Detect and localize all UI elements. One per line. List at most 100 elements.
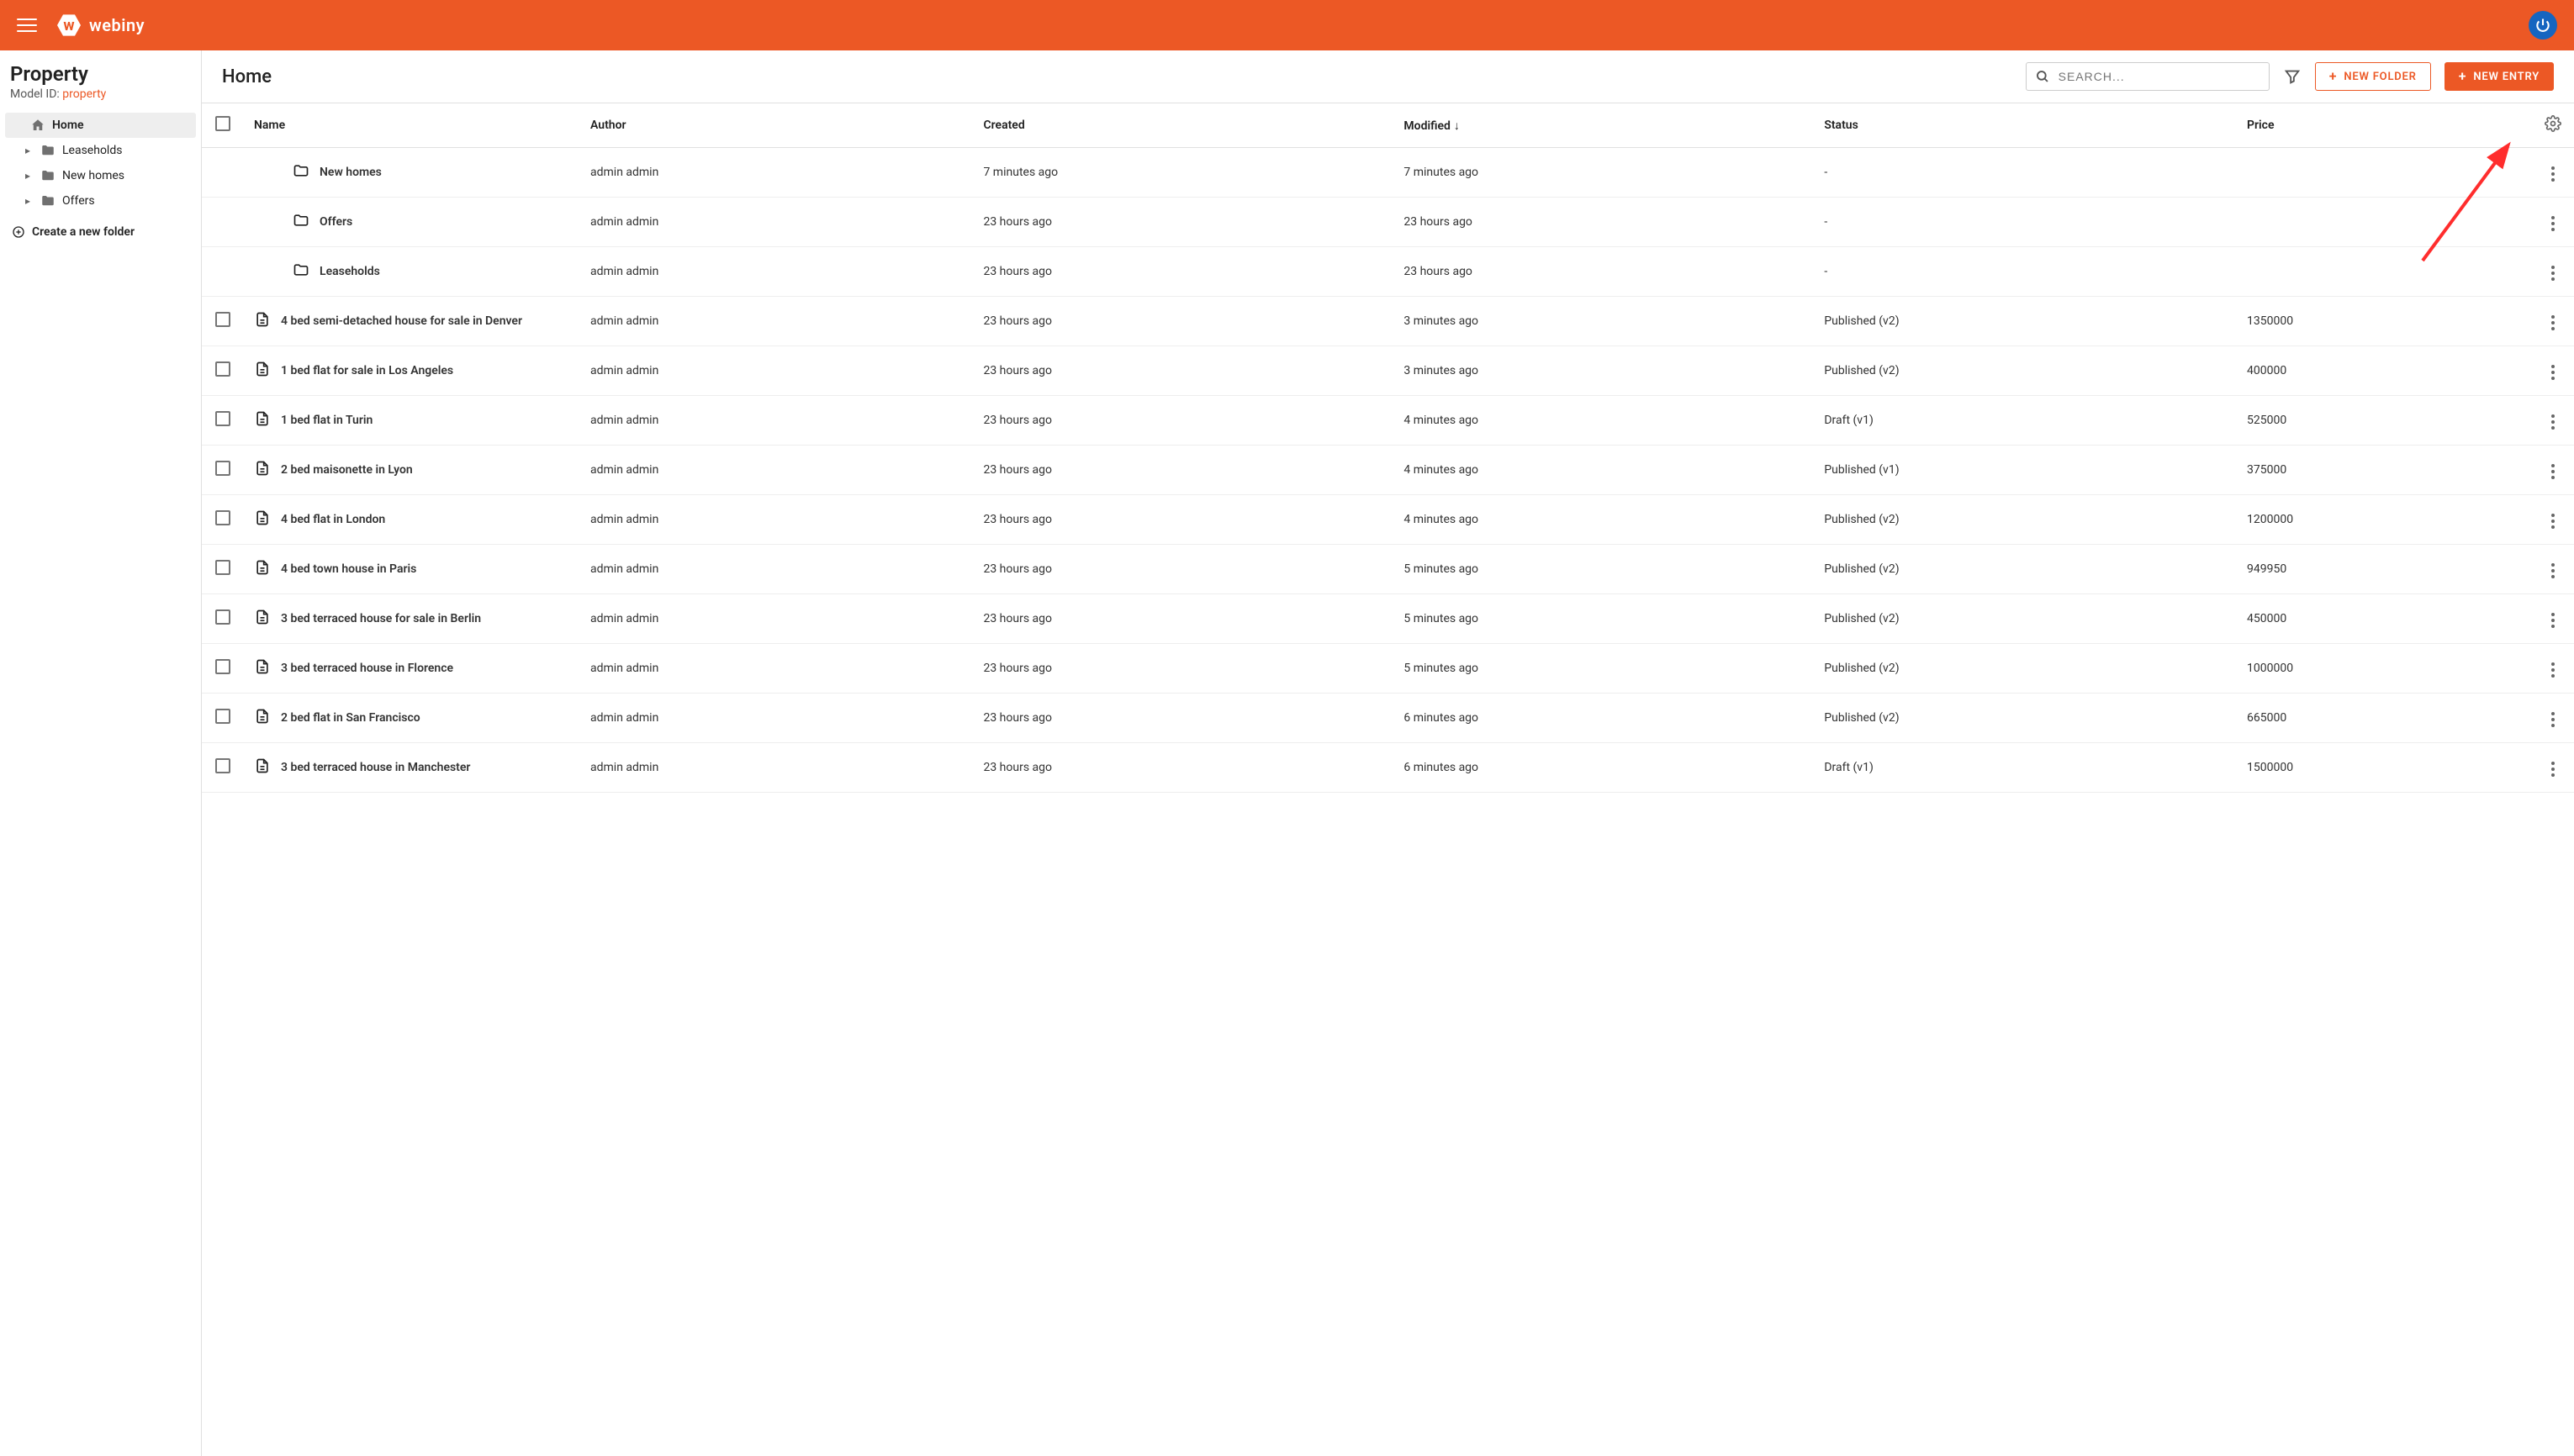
row-actions-button[interactable] [2548, 510, 2558, 532]
row-price: 949950 [2237, 545, 2532, 594]
create-folder-button[interactable]: Create a new folder [0, 217, 201, 247]
folder-icon [293, 261, 309, 282]
row-actions-button[interactable] [2548, 312, 2558, 334]
row-modified: 6 minutes ago [1393, 743, 1814, 793]
row-actions-button[interactable] [2548, 560, 2558, 582]
column-price[interactable]: Price [2237, 103, 2532, 148]
table-row[interactable]: 3 bed terraced house for sale in Berlina… [202, 594, 2574, 644]
row-price: 525000 [2237, 396, 2532, 446]
row-actions-button[interactable] [2548, 163, 2558, 185]
row-checkbox[interactable] [215, 461, 230, 476]
row-modified: 5 minutes ago [1393, 594, 1814, 644]
row-status: Published (v2) [1814, 694, 2237, 743]
row-created: 23 hours ago [973, 396, 1393, 446]
column-modified[interactable]: Modified↓ [1393, 103, 1814, 148]
row-actions-button[interactable] [2548, 411, 2558, 433]
row-actions-button[interactable] [2548, 709, 2558, 731]
sidebar-item-label: Home [52, 119, 84, 132]
table-row[interactable]: Leaseholdsadmin admin23 hours ago23 hour… [202, 247, 2574, 297]
table-row[interactable]: 3 bed terraced house in Manchesteradmin … [202, 743, 2574, 793]
filter-button[interactable] [2283, 67, 2302, 86]
row-name: 3 bed terraced house in Manchester [281, 761, 470, 774]
row-status: Draft (v1) [1814, 396, 2237, 446]
row-name: 1 bed flat for sale in Los Angeles [281, 364, 453, 377]
row-status: Published (v2) [1814, 644, 2237, 694]
search-box[interactable] [2026, 62, 2270, 91]
row-actions-button[interactable] [2548, 213, 2558, 235]
document-icon [254, 410, 271, 430]
row-actions-button[interactable] [2548, 461, 2558, 483]
row-author: admin admin [580, 644, 973, 694]
row-created: 23 hours ago [973, 346, 1393, 396]
menu-button[interactable] [17, 15, 37, 35]
column-created[interactable]: Created [973, 103, 1393, 148]
new-entry-label: NEW ENTRY [2473, 71, 2540, 83]
row-actions-button[interactable] [2548, 262, 2558, 284]
table-row[interactable]: 2 bed maisonette in Lyonadmin admin23 ho… [202, 446, 2574, 495]
table-row[interactable]: New homesadmin admin7 minutes ago7 minut… [202, 148, 2574, 198]
document-icon [254, 609, 271, 629]
brand[interactable]: w webiny [57, 13, 145, 37]
row-checkbox[interactable] [215, 361, 230, 377]
row-price: 450000 [2237, 594, 2532, 644]
row-checkbox[interactable] [215, 709, 230, 724]
row-actions-button[interactable] [2548, 659, 2558, 681]
new-folder-button[interactable]: + NEW FOLDER [2315, 62, 2431, 91]
sidebar-item-offers[interactable]: ▸Offers [5, 188, 196, 214]
table-row[interactable]: 3 bed terraced house in Florenceadmin ad… [202, 644, 2574, 694]
table-row[interactable]: 4 bed flat in Londonadmin admin23 hours … [202, 495, 2574, 545]
sidebar-item-label: New homes [62, 169, 124, 182]
row-name: 4 bed town house in Paris [281, 562, 416, 576]
row-actions-button[interactable] [2548, 758, 2558, 780]
sidebar-item-new-homes[interactable]: ▸New homes [5, 163, 196, 188]
folder-icon [293, 162, 309, 182]
row-actions-button[interactable] [2548, 361, 2558, 383]
table-row[interactable]: Offersadmin admin23 hours ago23 hours ag… [202, 198, 2574, 247]
row-name: 2 bed flat in San Francisco [281, 711, 420, 725]
create-folder-label: Create a new folder [32, 225, 135, 239]
gear-icon[interactable] [2545, 115, 2561, 132]
power-button[interactable] [2529, 11, 2557, 40]
sidebar-item-label: Offers [62, 194, 95, 208]
sidebar-subtitle: Model ID: property [10, 87, 191, 101]
new-entry-button[interactable]: + NEW ENTRY [2445, 62, 2554, 91]
row-author: admin admin [580, 495, 973, 545]
row-checkbox[interactable] [215, 609, 230, 625]
document-icon [254, 708, 271, 728]
row-checkbox[interactable] [215, 510, 230, 525]
row-checkbox[interactable] [215, 758, 230, 773]
row-status: - [1814, 247, 2237, 297]
row-author: admin admin [580, 545, 973, 594]
column-author[interactable]: Author [580, 103, 973, 148]
row-actions-button[interactable] [2548, 609, 2558, 631]
table-row[interactable]: 1 bed flat for sale in Los Angelesadmin … [202, 346, 2574, 396]
sidebar-item-leaseholds[interactable]: ▸Leaseholds [5, 138, 196, 163]
brand-name: webiny [89, 15, 145, 35]
column-status[interactable]: Status [1814, 103, 2237, 148]
row-author: admin admin [580, 247, 973, 297]
document-icon [254, 460, 271, 480]
row-price: 1500000 [2237, 743, 2532, 793]
new-folder-label: NEW FOLDER [2344, 71, 2416, 83]
entries-table: Name Author Created Modified↓ Status Pri… [202, 103, 2574, 793]
table-row[interactable]: 2 bed flat in San Franciscoadmin admin23… [202, 694, 2574, 743]
sort-desc-icon: ↓ [1454, 119, 1460, 133]
table-row[interactable]: 4 bed town house in Parisadmin admin23 h… [202, 545, 2574, 594]
table-row[interactable]: 1 bed flat in Turin admin admin23 hours a… [202, 396, 2574, 446]
table-container[interactable]: Name Author Created Modified↓ Status Pri… [202, 103, 2574, 1456]
row-name: 1 bed flat in Turin [281, 414, 373, 427]
row-checkbox[interactable] [215, 411, 230, 426]
row-name: Leaseholds [320, 265, 380, 278]
row-price: 400000 [2237, 346, 2532, 396]
row-price: 375000 [2237, 446, 2532, 495]
row-status: Published (v2) [1814, 545, 2237, 594]
select-all-checkbox[interactable] [215, 116, 230, 131]
sidebar-item-home[interactable]: Home [5, 113, 196, 138]
row-checkbox[interactable] [215, 312, 230, 327]
row-author: admin admin [580, 396, 973, 446]
row-checkbox[interactable] [215, 560, 230, 575]
table-row[interactable]: 4 bed semi-detached house for sale in De… [202, 297, 2574, 346]
column-name[interactable]: Name [244, 103, 580, 148]
row-checkbox[interactable] [215, 659, 230, 674]
search-input[interactable] [2059, 70, 2260, 83]
